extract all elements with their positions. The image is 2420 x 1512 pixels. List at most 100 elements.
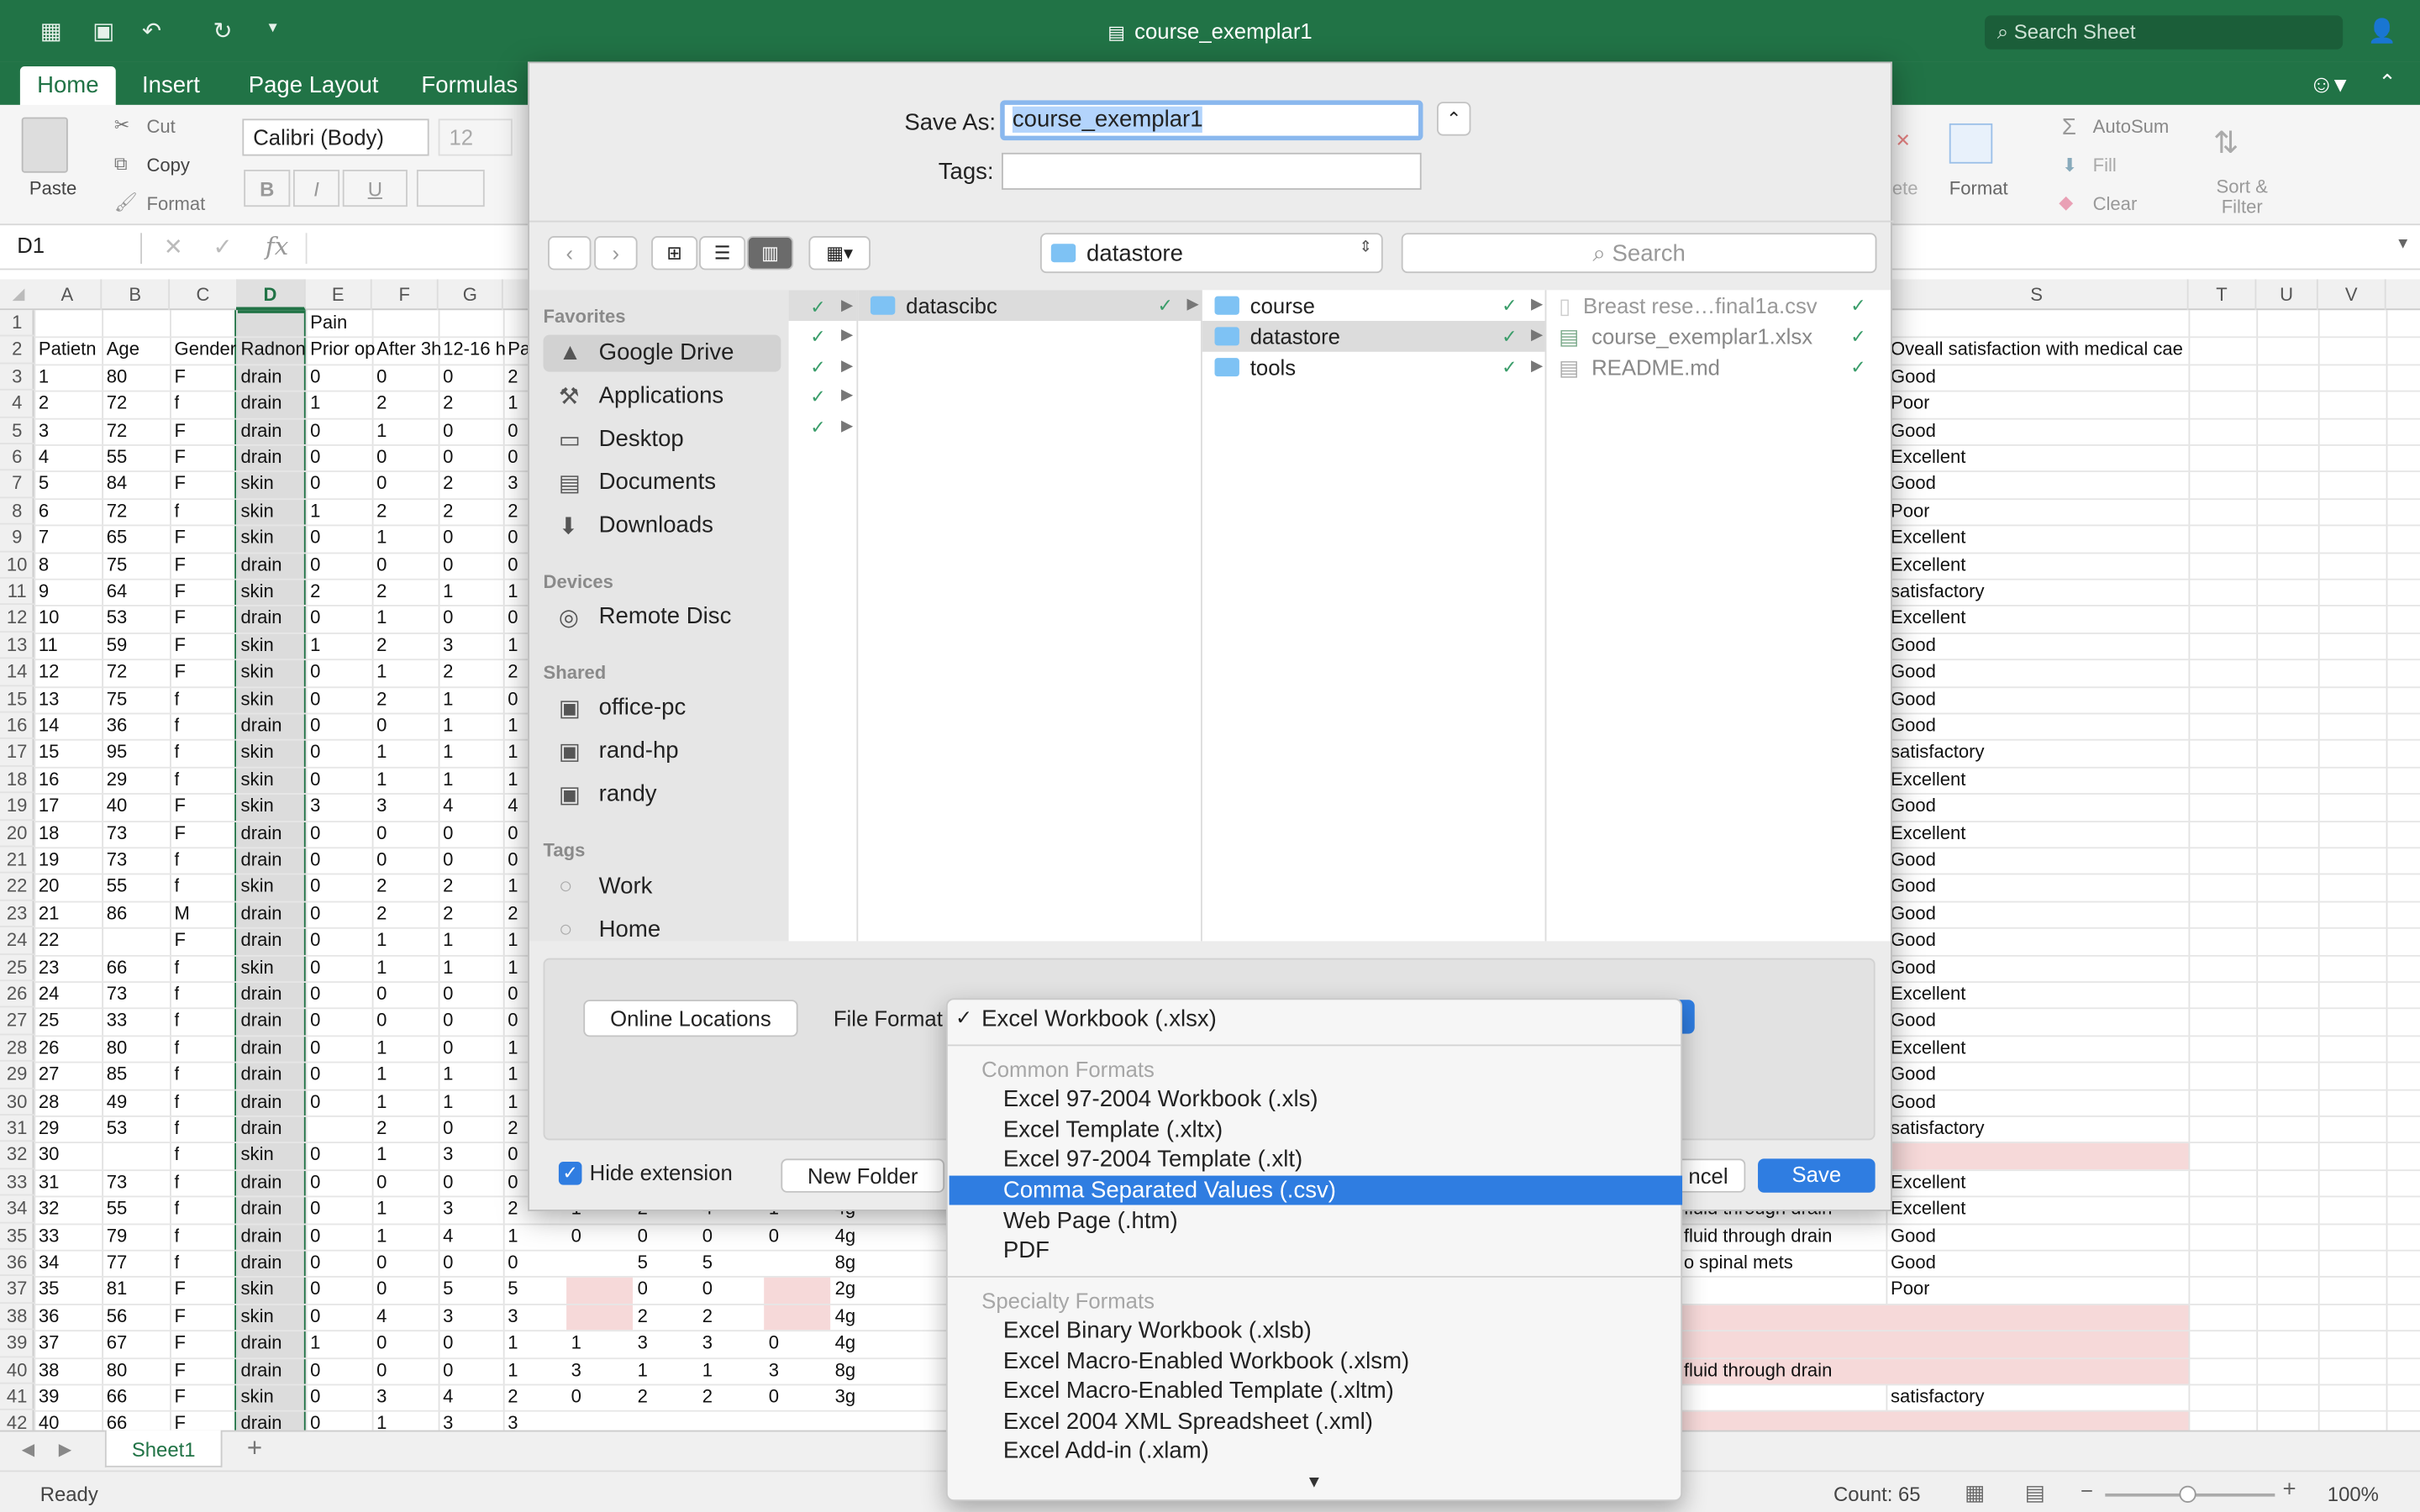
icon-view-button[interactable]: ⊞ bbox=[651, 236, 698, 270]
menu-item-xlt[interactable]: Excel 97-2004 Template (.xlt) bbox=[1003, 1147, 1302, 1178]
row-number[interactable]: 23 bbox=[0, 900, 34, 928]
column-header[interactable]: E bbox=[306, 279, 372, 311]
column-header[interactable]: T bbox=[2188, 279, 2257, 311]
sidebar-item-randy[interactable]: ▣ randy bbox=[544, 776, 781, 813]
new-folder-button[interactable]: New Folder bbox=[781, 1158, 945, 1193]
sidebar-item-google-drive[interactable]: ▲ Google Drive bbox=[543, 334, 781, 372]
sidebar-item-desktop[interactable]: ▭ Desktop bbox=[544, 421, 781, 458]
column-header[interactable]: G bbox=[439, 279, 503, 311]
sidebar-item-rand-hp[interactable]: ▣ rand-hp bbox=[544, 732, 781, 769]
row-number[interactable]: 1 bbox=[0, 310, 34, 338]
normal-view-icon[interactable]: ▦ bbox=[1965, 1479, 1985, 1505]
list-item-course[interactable]: course ✓ ▶ bbox=[1202, 290, 1545, 321]
gallery-view-button[interactable]: ▦▾ bbox=[808, 236, 871, 270]
smiley-feedback-icon[interactable]: ☺▾ bbox=[2309, 70, 2347, 101]
autosum-button[interactable]: AutoSum bbox=[2093, 116, 2170, 138]
row-number[interactable]: 15 bbox=[0, 686, 34, 713]
hide-extension-checkbox[interactable]: ✓ bbox=[558, 1162, 582, 1185]
row-number[interactable]: 8 bbox=[0, 498, 34, 525]
menu-item-xlsx[interactable]: Excel Workbook (.xlsx) bbox=[981, 1006, 1217, 1037]
font-size-select[interactable]: 12 bbox=[438, 118, 513, 156]
menu-item-xlsb[interactable]: Excel Binary Workbook (.xlsb) bbox=[1003, 1318, 1312, 1349]
tab-page-layout[interactable]: Page Layout bbox=[249, 72, 379, 98]
tab-home[interactable]: Home bbox=[19, 66, 116, 107]
menu-item-xlam[interactable]: Excel Add-in (.xlam) bbox=[1003, 1438, 1209, 1469]
column-view-button[interactable]: ▥ bbox=[746, 236, 794, 270]
row-number[interactable]: 2 bbox=[0, 337, 34, 365]
row-number[interactable]: 12 bbox=[0, 606, 34, 633]
bold-button[interactable]: B bbox=[244, 170, 291, 207]
copy-button[interactable]: Copy bbox=[146, 155, 189, 176]
row-number[interactable]: 3 bbox=[0, 364, 34, 391]
row-number[interactable]: 21 bbox=[0, 847, 34, 874]
row-number[interactable]: 37 bbox=[0, 1277, 34, 1304]
sort-filter-button[interactable]: Sort & Filter bbox=[2217, 176, 2268, 218]
column-header[interactable]: D bbox=[236, 279, 306, 311]
fill-button[interactable]: Fill bbox=[2093, 155, 2117, 176]
sidebar-item-remote-disc[interactable]: ◎ Remote Disc bbox=[544, 599, 781, 636]
menu-item-pdf[interactable]: PDF bbox=[1003, 1237, 1050, 1268]
online-locations-button[interactable]: Online Locations bbox=[583, 1000, 798, 1037]
clear-button[interactable]: Clear bbox=[2093, 193, 2138, 215]
column-header[interactable]: B bbox=[102, 279, 171, 311]
sidebar-item-downloads[interactable]: ⬇ Downloads bbox=[544, 507, 781, 544]
underline-button[interactable]: U bbox=[342, 170, 408, 207]
page-layout-view-icon[interactable]: ▤ bbox=[2025, 1479, 2045, 1505]
row-number[interactable]: 7 bbox=[0, 471, 34, 498]
row-number[interactable]: 22 bbox=[0, 874, 34, 901]
row-number[interactable]: 6 bbox=[0, 444, 34, 471]
next-sheet-icon[interactable]: ▶ bbox=[59, 1440, 72, 1460]
row-number[interactable]: 24 bbox=[0, 927, 34, 955]
add-sheet-icon[interactable]: + bbox=[247, 1433, 262, 1464]
sidebar-item-office-pc[interactable]: ▣ office-pc bbox=[544, 690, 781, 727]
dialog-search-input[interactable]: ⌕ Search bbox=[1401, 233, 1877, 274]
row-number[interactable]: 14 bbox=[0, 659, 34, 686]
row-number[interactable]: 11 bbox=[0, 579, 34, 606]
confirm-formula-icon[interactable]: ✓ bbox=[213, 233, 232, 260]
menu-item-xltm[interactable]: Excel Macro-Enabled Template (.xltm) bbox=[1003, 1378, 1394, 1409]
zoom-out-icon[interactable]: − bbox=[2081, 1478, 2093, 1503]
collapse-dialog-button[interactable]: ⌃ bbox=[1437, 102, 1471, 136]
row-number[interactable]: 28 bbox=[0, 1035, 34, 1063]
menu-item-xml[interactable]: Excel 2004 XML Spreadsheet (.xml) bbox=[1003, 1409, 1373, 1440]
row-number[interactable]: 16 bbox=[0, 713, 34, 740]
sidebar-item-tag-work[interactable]: ○ Work bbox=[544, 869, 781, 906]
row-number[interactable]: 41 bbox=[0, 1384, 34, 1411]
list-item-tools[interactable]: tools ✓ ▶ bbox=[1202, 352, 1545, 383]
paste-label[interactable]: Paste bbox=[29, 177, 76, 199]
cut-button[interactable]: Cut bbox=[146, 116, 175, 138]
row-number[interactable]: 34 bbox=[0, 1196, 34, 1223]
column-header[interactable]: S bbox=[1886, 279, 2189, 311]
tags-input[interactable] bbox=[1002, 152, 1422, 190]
row-number[interactable]: 36 bbox=[0, 1250, 34, 1277]
column-header[interactable]: F bbox=[372, 279, 439, 311]
column-header[interactable]: U bbox=[2256, 279, 2318, 311]
row-number[interactable]: 32 bbox=[0, 1142, 34, 1169]
zoom-slider-thumb[interactable] bbox=[2179, 1485, 2196, 1503]
row-number[interactable]: 20 bbox=[0, 820, 34, 848]
font-name-select[interactable]: Calibri (Body) bbox=[242, 118, 429, 156]
menu-item-htm[interactable]: Web Page (.htm) bbox=[1003, 1208, 1178, 1239]
delete-cells-button[interactable]: ete bbox=[1892, 177, 1918, 199]
function-icon[interactable]: fx bbox=[266, 232, 288, 261]
scroll-down-arrow-icon[interactable]: ▼ bbox=[1306, 1473, 1323, 1492]
location-popup[interactable]: datastore ⇕ bbox=[1039, 233, 1383, 274]
row-number[interactable]: 38 bbox=[0, 1304, 34, 1331]
name-box[interactable]: D1 bbox=[6, 233, 142, 265]
collapse-ribbon-icon[interactable]: ⌃ bbox=[2378, 70, 2396, 96]
row-number[interactable]: 35 bbox=[0, 1223, 34, 1250]
format-cells-button[interactable]: Format bbox=[1949, 177, 2008, 199]
column-header[interactable]: A bbox=[34, 279, 103, 311]
row-number[interactable]: 31 bbox=[0, 1116, 34, 1142]
row-number[interactable]: 10 bbox=[0, 552, 34, 579]
select-all-corner-icon[interactable] bbox=[12, 288, 25, 302]
paste-icon[interactable] bbox=[21, 117, 68, 173]
search-sheet-input[interactable]: ⌕ Search Sheet bbox=[1985, 15, 2344, 50]
menu-item-xltx[interactable]: Excel Template (.xltx) bbox=[1003, 1117, 1223, 1148]
tab-insert[interactable]: Insert bbox=[142, 72, 200, 98]
zoom-in-icon[interactable]: + bbox=[2283, 1477, 2296, 1503]
menu-item-csv[interactable]: Comma Separated Values (.csv) bbox=[1003, 1177, 1336, 1208]
row-number[interactable]: 4 bbox=[0, 391, 34, 417]
row-number[interactable]: 18 bbox=[0, 766, 34, 794]
row-number[interactable]: 25 bbox=[0, 954, 34, 982]
